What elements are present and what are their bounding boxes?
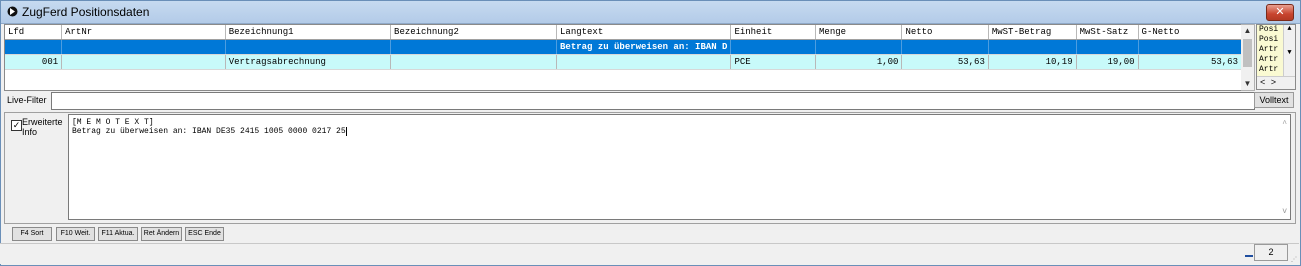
- table-cell[interactable]: [390, 54, 558, 70]
- table-cell[interactable]: PCE: [730, 54, 817, 70]
- memo-scroll-down-icon[interactable]: v: [1282, 207, 1287, 216]
- f10-weit-button[interactable]: F10 Weit.: [56, 227, 95, 241]
- table-cell[interactable]: [225, 39, 392, 55]
- column-header[interactable]: G-Netto: [1138, 25, 1242, 40]
- scroll-thumb[interactable]: [1243, 39, 1252, 67]
- table-cell[interactable]: [1076, 39, 1139, 55]
- table-cell[interactable]: [1138, 39, 1242, 55]
- text-cursor: [345, 127, 347, 136]
- esc-ende-button[interactable]: ESC Ende: [185, 227, 224, 241]
- side-list-scrollbar[interactable]: ▲ ▼: [1283, 25, 1295, 77]
- table-cell[interactable]: [556, 54, 732, 70]
- table-cell[interactable]: 001: [5, 54, 63, 70]
- table-cell[interactable]: 53,63: [901, 54, 989, 70]
- ret-aendern-button[interactable]: Ret Ändern: [141, 227, 182, 241]
- live-filter-label: Live-Filter: [7, 95, 47, 105]
- table-row[interactable]: 001 Vertragsabrechnung PCE 1,00 53,63 10,19 19…: [5, 54, 1242, 70]
- table-cell[interactable]: [61, 54, 226, 70]
- memo-line1: [M E M O T E X T]: [72, 118, 154, 127]
- positions-table: Lfd ArtNr Bezeichnung1 Bezeichnung2 Langtext…: [5, 25, 1242, 70]
- scroll-down-icon[interactable]: ▼: [1241, 78, 1254, 90]
- column-header[interactable]: Lfd: [5, 25, 63, 40]
- column-header[interactable]: Bezeichnung1: [225, 25, 392, 40]
- table-header: Lfd ArtNr Bezeichnung1 Bezeichnung2 Langtext…: [5, 25, 1242, 40]
- table-cell[interactable]: [5, 39, 63, 55]
- erweiterte-info-label-line1: Erweiterte: [22, 117, 63, 127]
- table-cell[interactable]: 53,63: [1138, 54, 1242, 70]
- table-cell[interactable]: [815, 39, 903, 55]
- table-cell[interactable]: [988, 39, 1077, 55]
- memo-panel: ✓ Erweiterte Info [M E M O T E X T] Betr…: [4, 112, 1296, 224]
- title-bar: ZugFerd Positionsdaten ✕: [1, 1, 1300, 24]
- column-header[interactable]: Einheit: [730, 25, 817, 40]
- table-cell[interactable]: Vertragsabrechnung: [225, 54, 392, 70]
- side-list-hscroll[interactable]: < >: [1257, 76, 1295, 89]
- column-header[interactable]: Netto: [901, 25, 989, 40]
- column-header[interactable]: MwSt-Satz: [1076, 25, 1139, 40]
- record-count: 2: [1254, 244, 1288, 261]
- column-header[interactable]: MwST-Betrag: [988, 25, 1077, 40]
- table-cell[interactable]: [730, 39, 817, 55]
- side-list[interactable]: Posi Posi Artr Artr Artr ▲ ▼ < >: [1256, 24, 1296, 90]
- f4-sort-button[interactable]: F4 Sort: [12, 227, 52, 241]
- table-row-selected[interactable]: Betrag zu überweisen an: IBAN D: [5, 39, 1242, 55]
- erweiterte-info-checkbox[interactable]: ✓: [11, 120, 22, 131]
- table-cell[interactable]: [901, 39, 989, 55]
- volltext-button[interactable]: Volltext: [1254, 92, 1294, 108]
- table-cell[interactable]: Betrag zu überweisen an: IBAN D: [556, 39, 732, 55]
- status-indicator: [1245, 255, 1253, 257]
- erweiterte-info-label: Erweiterte Info: [22, 117, 68, 137]
- table-cell[interactable]: 1,00: [815, 54, 903, 70]
- table-cell[interactable]: 19,00: [1076, 54, 1139, 70]
- memo-textarea[interactable]: [M E M O T E X T] Betrag zu überweisen a…: [68, 114, 1291, 220]
- close-button[interactable]: ✕: [1266, 4, 1294, 21]
- window-title: ZugFerd Positionsdaten: [22, 5, 150, 19]
- column-header[interactable]: Menge: [815, 25, 903, 40]
- table-cell[interactable]: [61, 39, 226, 55]
- memo-scroll-up-icon[interactable]: ^: [1282, 120, 1287, 129]
- positions-grid[interactable]: Lfd ArtNr Bezeichnung1 Bezeichnung2 Langtext…: [4, 24, 1243, 91]
- scroll-up-icon[interactable]: ▲: [1241, 25, 1254, 37]
- table-cell[interactable]: 10,19: [988, 54, 1077, 70]
- resize-grip-icon[interactable]: ⋰: [1291, 256, 1297, 263]
- app-icon: [7, 6, 18, 17]
- grid-vertical-scrollbar[interactable]: ▲ ▼: [1241, 24, 1255, 91]
- table-cell[interactable]: [390, 39, 558, 55]
- column-header[interactable]: Langtext: [556, 25, 732, 40]
- status-bar: [0, 243, 1299, 264]
- column-header[interactable]: Bezeichnung2: [390, 25, 558, 40]
- f11-aktua-button[interactable]: F11 Aktua.: [98, 227, 138, 241]
- column-header[interactable]: ArtNr: [61, 25, 226, 40]
- erweiterte-info-label-line2: Info: [22, 127, 38, 137]
- memo-line2: Betrag zu überweisen an: IBAN DE35 2415 …: [72, 127, 346, 136]
- live-filter-input[interactable]: [51, 92, 1255, 110]
